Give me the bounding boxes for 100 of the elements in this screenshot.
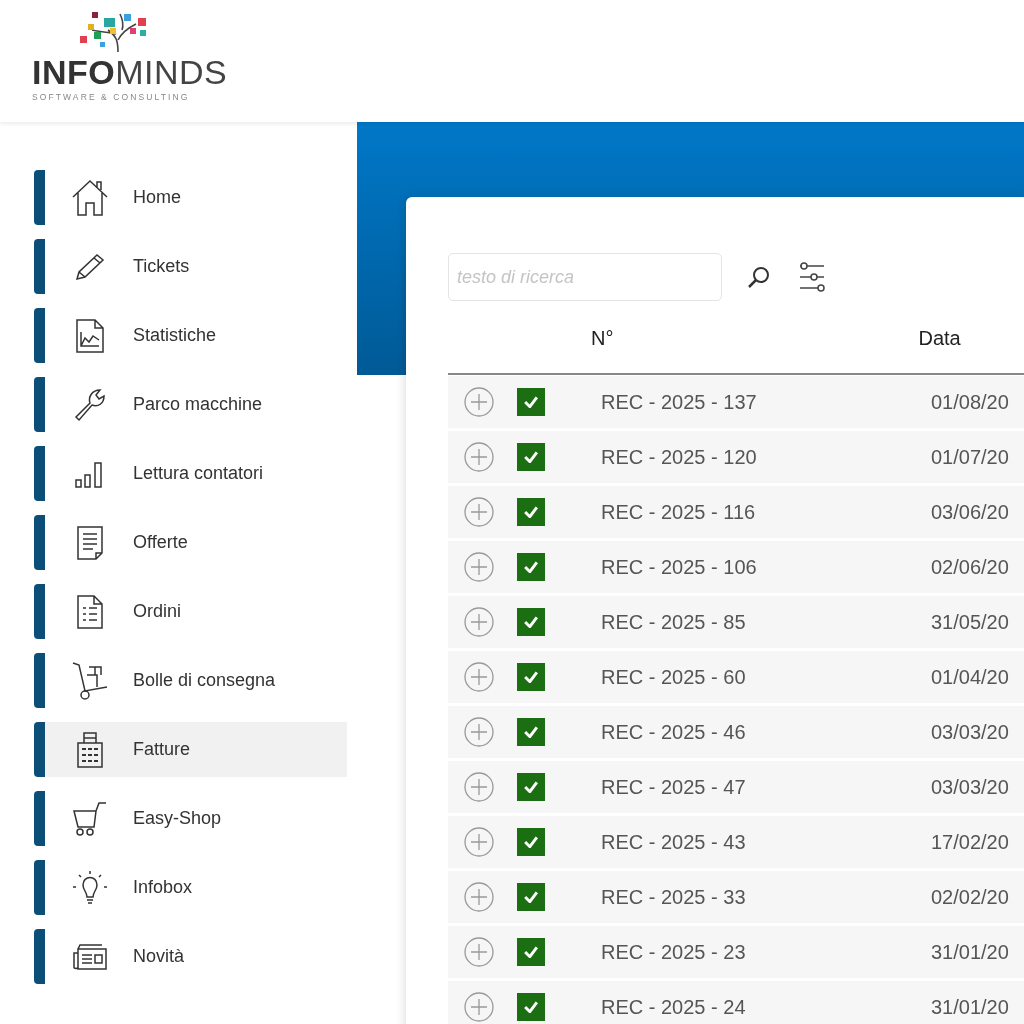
table-cell-text: REC - 2025 - 85: [601, 610, 747, 634]
check-icon: [524, 506, 538, 518]
brand-tagline: SOFTWARE & CONSULTING: [32, 92, 191, 102]
nav-accent-bar: [34, 170, 45, 225]
table-cell: 31/01/20: [931, 995, 1009, 1019]
table-cell: 03/03/20: [931, 775, 1009, 799]
table-cell-text: REC - 2025 - 33: [601, 885, 747, 909]
checkbox[interactable]: [517, 828, 545, 856]
table-row[interactable]: REC - 2025 - 116 03/06/20: [448, 486, 1024, 538]
table-cell-text: REC - 2025 - 24: [601, 995, 747, 1019]
check-icon: [524, 836, 538, 848]
check-icon: [524, 1001, 538, 1013]
document-icon: [76, 524, 104, 561]
checkbox[interactable]: [517, 443, 545, 471]
table-cell-text: REC - 2025 - 47: [601, 775, 747, 799]
expand-plus-icon[interactable]: [464, 937, 494, 967]
checkbox[interactable]: [517, 608, 545, 636]
table-cell: 02/06/20: [931, 555, 1009, 579]
checkbox[interactable]: [517, 718, 545, 746]
table-cell: 31/01/20: [931, 940, 1009, 964]
table-row[interactable]: REC - 2025 - 33 02/02/20: [448, 871, 1024, 923]
nav-accent-bar: [34, 239, 45, 294]
table-cell: 01/04/20: [931, 665, 1009, 689]
expand-plus-icon[interactable]: [464, 772, 494, 802]
expand-plus-icon[interactable]: [464, 552, 494, 582]
table-row[interactable]: REC - 2025 - 60 01/04/20: [448, 651, 1024, 703]
table-row[interactable]: REC - 2025 - 46 03/03/20: [448, 706, 1024, 758]
table-row[interactable]: REC - 2025 - 137 01/08/20: [448, 376, 1024, 428]
checkbox[interactable]: [517, 553, 545, 581]
check-icon: [524, 451, 538, 463]
sidebar-item[interactable]: Easy-Shop: [45, 791, 347, 846]
expand-plus-icon[interactable]: [464, 387, 494, 417]
table-cell-text: REC - 2025 - 106: [601, 555, 758, 579]
search-field[interactable]: testo di ricerca: [448, 253, 722, 301]
sidebar-item[interactable]: Fatture: [45, 722, 347, 777]
table-row[interactable]: REC - 2025 - 24 31/01/20: [448, 981, 1024, 1024]
sidebar-item[interactable]: Tickets: [45, 239, 347, 294]
cart-icon: [72, 800, 108, 837]
nav-accent-bar: [34, 515, 45, 570]
check-icon: [524, 616, 538, 628]
table-cell: 01/07/20: [931, 445, 1009, 469]
pencil-icon: [74, 251, 106, 282]
checkbox[interactable]: [517, 663, 545, 691]
nav-accent-bar: [34, 722, 45, 777]
table-row[interactable]: REC - 2025 - 85 31/05/20: [448, 596, 1024, 648]
sidebar-item[interactable]: Ordini: [45, 584, 347, 639]
checkbox[interactable]: [517, 388, 545, 416]
nav-accent-bar: [34, 791, 45, 846]
sidebar-item[interactable]: Parco macchine: [45, 377, 347, 432]
sidebar-item[interactable]: Novità: [45, 929, 347, 984]
check-icon: [524, 561, 538, 573]
list-document-icon: [76, 593, 104, 630]
checkbox[interactable]: [517, 773, 545, 801]
table-row[interactable]: REC - 2025 - 106 02/06/20: [448, 541, 1024, 593]
sidebar-item[interactable]: Infobox: [45, 860, 347, 915]
search-icon[interactable]: [746, 264, 772, 290]
table-cell-text: REC - 2025 - 137: [601, 390, 758, 414]
expand-plus-icon[interactable]: [464, 442, 494, 472]
table-cell-text: REC - 2025 - 43: [601, 830, 747, 854]
table-cell: 03/03/20: [931, 720, 1009, 744]
table-row[interactable]: REC - 2025 - 43 17/02/20: [448, 816, 1024, 868]
nav-accent-bar: [34, 584, 45, 639]
expand-plus-icon[interactable]: [464, 607, 494, 637]
expand-plus-icon[interactable]: [464, 717, 494, 747]
newspaper-icon: [72, 942, 108, 971]
sidebar-item[interactable]: Statistiche: [45, 308, 347, 363]
checkbox[interactable]: [517, 883, 545, 911]
table-row[interactable]: REC - 2025 - 120 01/07/20: [448, 431, 1024, 483]
expand-plus-icon[interactable]: [464, 662, 494, 692]
brand-name: INFOMINDS: [32, 52, 229, 92]
column-header: Data: [918, 326, 961, 350]
expand-plus-icon[interactable]: [464, 827, 494, 857]
table-cell: 03/06/20: [931, 500, 1009, 524]
calculator-icon: [76, 730, 104, 769]
check-icon: [524, 946, 538, 958]
hand-truck-icon: [71, 660, 109, 701]
table-cell-text: REC - 2025 - 120: [601, 445, 758, 469]
table-cell: 01/08/20: [931, 390, 1009, 414]
column-header: N°: [591, 326, 614, 350]
table-row[interactable]: REC - 2025 - 23 31/01/20: [448, 926, 1024, 978]
table-cell-text: REC - 2025 - 23: [601, 940, 747, 964]
checkbox[interactable]: [517, 993, 545, 1021]
sidebar-item[interactable]: Offerte: [45, 515, 347, 570]
sidebar-item[interactable]: Bolle di consegna: [45, 653, 347, 708]
nav-accent-bar: [34, 308, 45, 363]
check-icon: [524, 396, 538, 408]
light-bulb-icon: [71, 868, 109, 907]
table-cell: 02/02/20: [931, 885, 1009, 909]
checkbox[interactable]: [517, 938, 545, 966]
nav-accent-bar: [34, 446, 45, 501]
nav-accent-bar: [34, 860, 45, 915]
table-cell-text: REC - 2025 - 60: [601, 665, 747, 689]
expand-plus-icon[interactable]: [464, 992, 494, 1022]
sidebar-item[interactable]: Lettura contatori: [45, 446, 347, 501]
expand-plus-icon[interactable]: [464, 882, 494, 912]
sidebar-item[interactable]: Home: [45, 170, 347, 225]
table-cell-text: REC - 2025 - 116: [601, 500, 757, 524]
checkbox[interactable]: [517, 498, 545, 526]
table-row[interactable]: REC - 2025 - 47 03/03/20: [448, 761, 1024, 813]
table-cell: 17/02/20: [931, 830, 1009, 854]
